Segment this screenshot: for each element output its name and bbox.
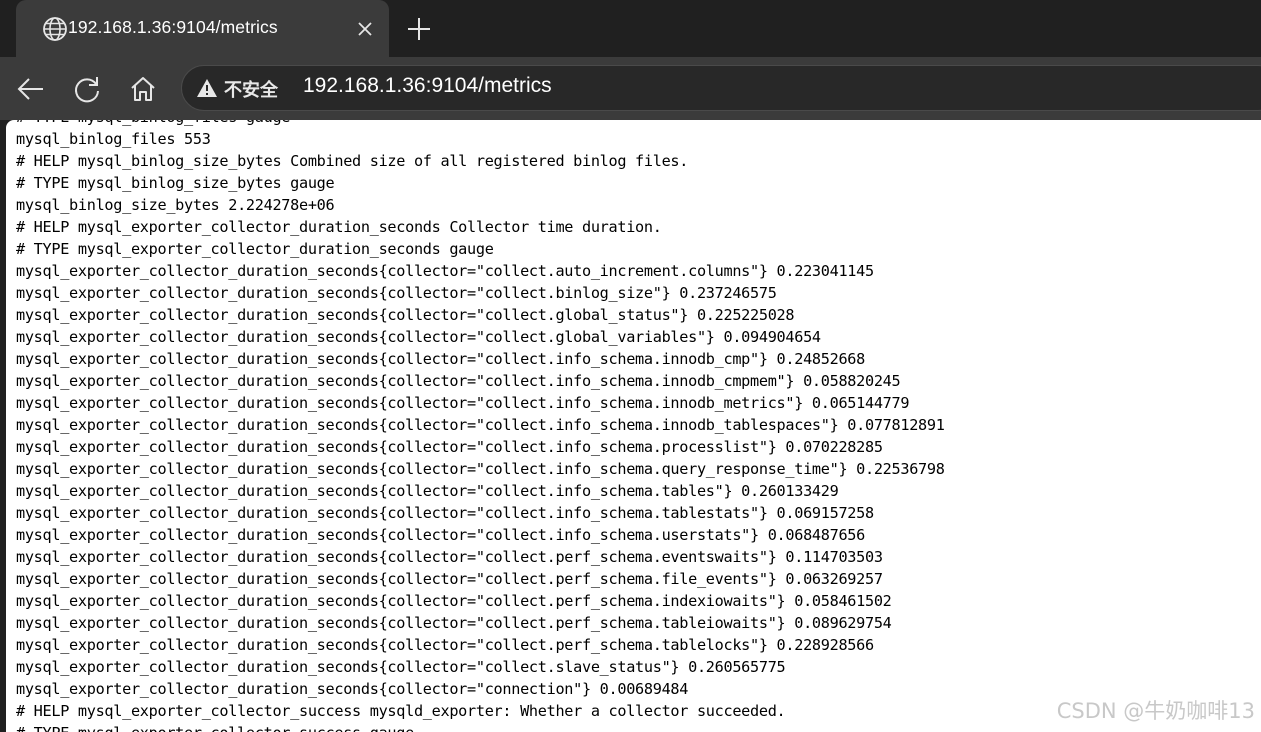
metric-line: mysql_binlog_size_bytes 2.224278e+06 <box>16 196 335 214</box>
back-arrow-icon[interactable] <box>16 74 46 104</box>
metric-line: mysql_exporter_collector_duration_second… <box>16 548 883 566</box>
home-icon[interactable] <box>128 74 158 104</box>
metric-line: mysql_exporter_collector_duration_second… <box>16 592 892 610</box>
metric-line: mysql_exporter_collector_duration_second… <box>16 570 883 588</box>
metric-line: # TYPE mysql_binlog_size_bytes gauge <box>16 174 335 192</box>
security-status-label[interactable]: 不安全 <box>224 76 278 102</box>
metric-line: # TYPE mysql_exporter_collector_success … <box>16 722 945 732</box>
browser-toolbar: 不安全 192.168.1.36:9104/metrics <box>0 57 1261 120</box>
warning-icon[interactable] <box>196 78 218 98</box>
metric-line: mysql_exporter_collector_duration_second… <box>16 284 777 302</box>
metric-line: # HELP mysql_exporter_collector_success … <box>16 702 786 720</box>
metric-line: mysql_exporter_collector_duration_second… <box>16 614 892 632</box>
address-bar[interactable]: 不安全 192.168.1.36:9104/metrics <box>181 65 1261 111</box>
metric-line: # TYPE mysql_exporter_collector_duration… <box>16 240 494 258</box>
metrics-text: # TYPE mysql_binlog_files gauge mysql_bin… <box>16 120 945 732</box>
metric-line: mysql_exporter_collector_duration_second… <box>16 460 945 478</box>
metric-line: mysql_exporter_collector_duration_second… <box>16 680 689 698</box>
metric-line: mysql_binlog_files 553 <box>16 130 211 148</box>
metric-line: mysql_exporter_collector_duration_second… <box>16 262 874 280</box>
metric-line: mysql_exporter_collector_duration_second… <box>16 526 865 544</box>
metric-line: mysql_exporter_collector_duration_second… <box>16 482 839 500</box>
globe-icon <box>43 17 67 41</box>
metric-line: mysql_exporter_collector_duration_second… <box>16 328 821 346</box>
new-tab-icon[interactable] <box>405 15 433 43</box>
url-text[interactable]: 192.168.1.36:9104/metrics <box>303 74 552 98</box>
metric-line: mysql_exporter_collector_duration_second… <box>16 350 865 368</box>
browser-tab[interactable]: 192.168.1.36:9104/metrics <box>16 0 389 57</box>
tab-title: 192.168.1.36:9104/metrics <box>68 17 278 37</box>
page-content: # TYPE mysql_binlog_files gauge mysql_bin… <box>6 120 1261 732</box>
metric-line: mysql_exporter_collector_duration_second… <box>16 416 945 434</box>
metric-line: mysql_exporter_collector_duration_second… <box>16 658 786 676</box>
csdn-watermark: CSDN @牛奶咖啡13 <box>1056 699 1255 723</box>
metric-line: mysql_exporter_collector_duration_second… <box>16 438 883 456</box>
tab-strip: 192.168.1.36:9104/metrics <box>0 0 1261 57</box>
metric-line: mysql_exporter_collector_duration_second… <box>16 394 910 412</box>
metric-line: mysql_exporter_collector_duration_second… <box>16 636 874 654</box>
metric-line: mysql_exporter_collector_duration_second… <box>16 306 795 324</box>
metric-line: # TYPE mysql_binlog_files gauge <box>16 120 945 128</box>
metric-line: mysql_exporter_collector_duration_second… <box>16 504 874 522</box>
metric-line: mysql_exporter_collector_duration_second… <box>16 372 901 390</box>
metric-line: # HELP mysql_binlog_size_bytes Combined … <box>16 152 689 170</box>
close-icon[interactable] <box>356 20 374 38</box>
metric-line: # HELP mysql_exporter_collector_duration… <box>16 218 662 236</box>
reload-icon[interactable] <box>72 74 102 104</box>
